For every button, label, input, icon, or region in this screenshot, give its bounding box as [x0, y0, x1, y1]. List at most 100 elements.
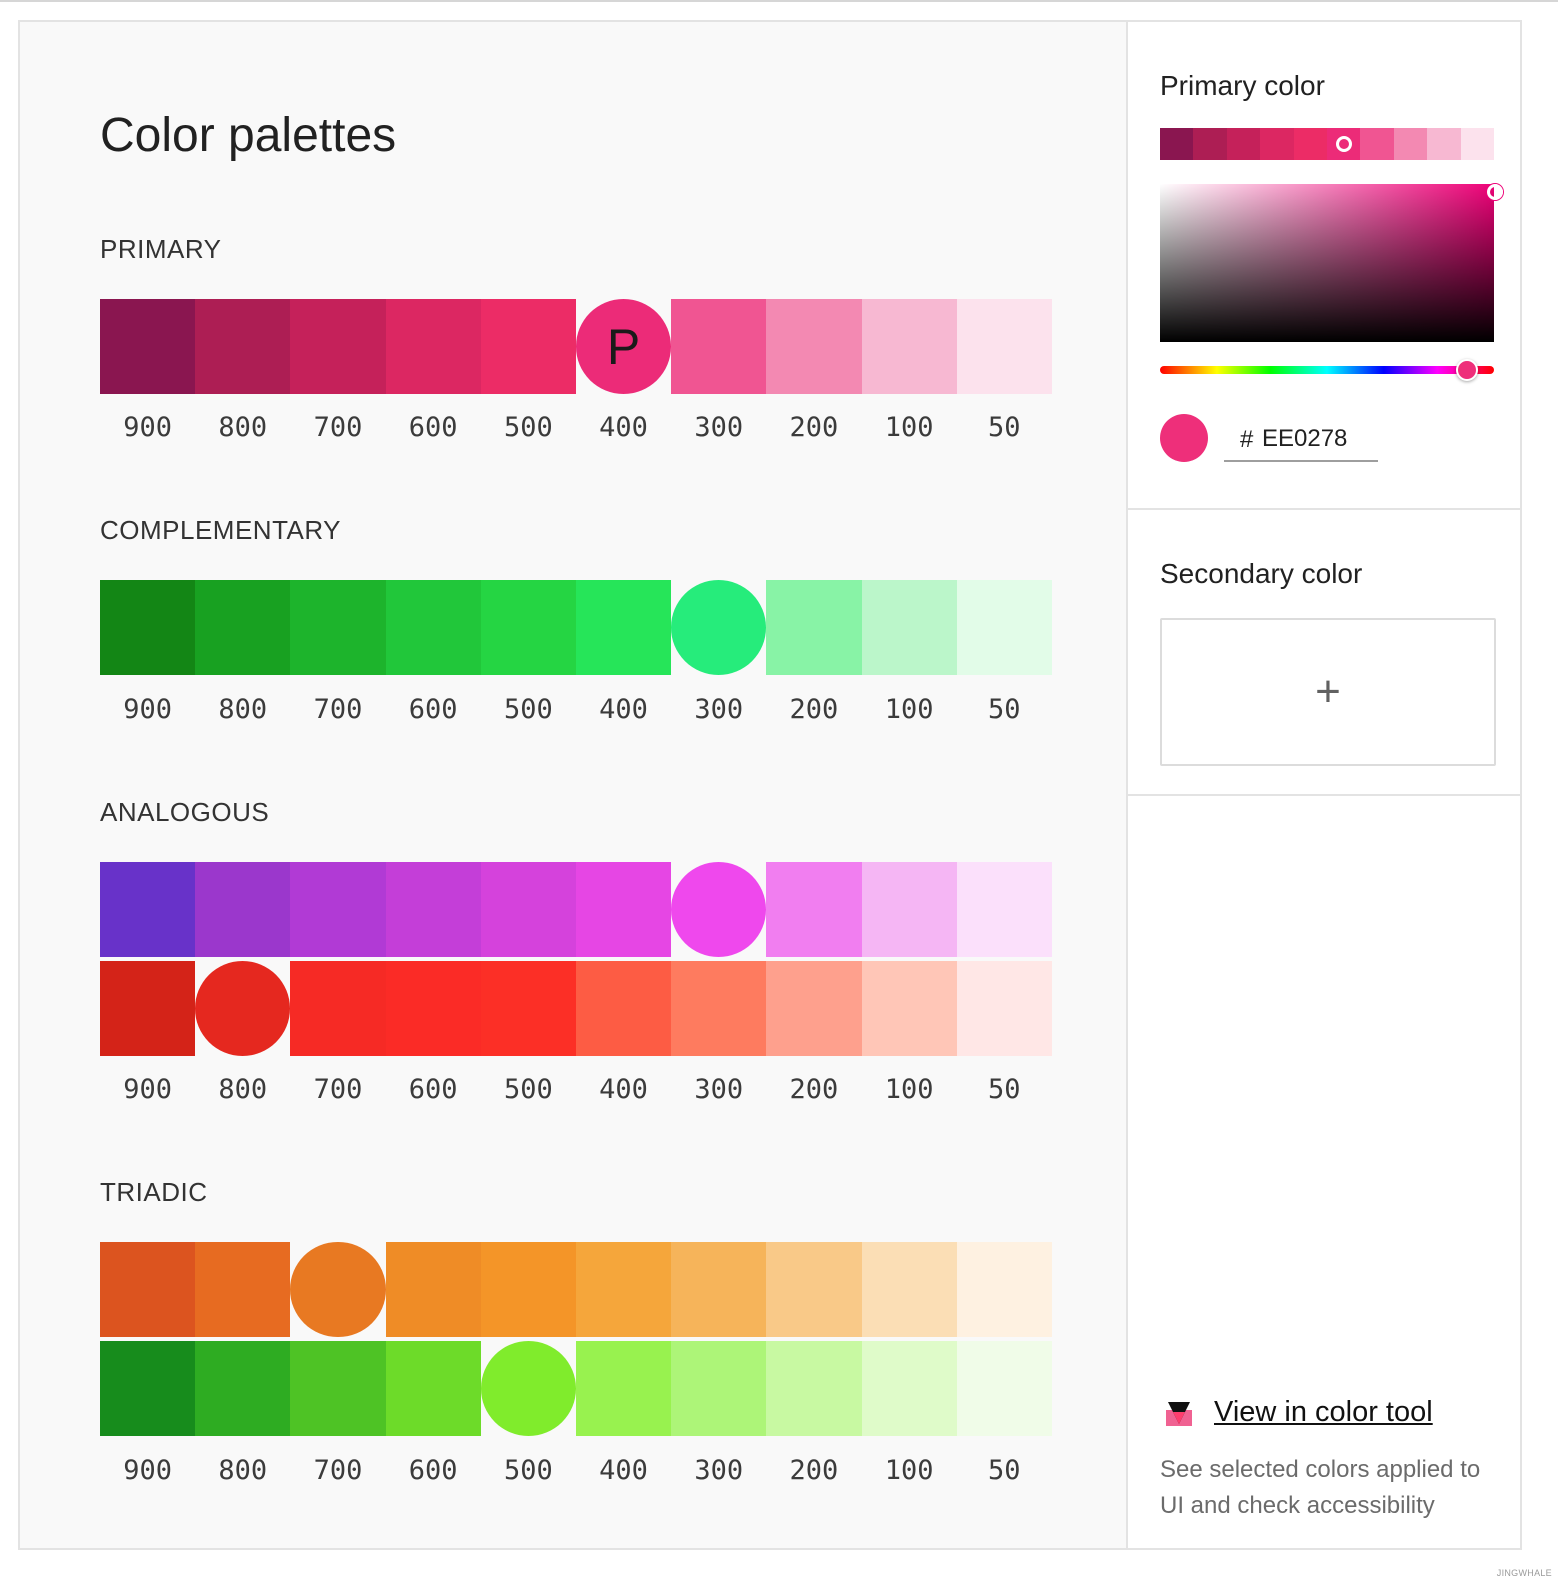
selected-shade-swatch[interactable] [195, 961, 291, 1056]
color-swatch[interactable] [861, 580, 957, 675]
page-title: Color palettes [100, 109, 397, 162]
color-swatch[interactable] [861, 1341, 957, 1436]
hue-slider-thumb[interactable] [1456, 359, 1479, 381]
section-label-analogous: ANALOGOUS [100, 797, 270, 827]
primary-shade-strip [1160, 128, 1495, 160]
color-swatch[interactable] [385, 961, 481, 1056]
shade-label: 900 [123, 1455, 172, 1486]
color-swatch[interactable] [100, 1242, 196, 1337]
view-in-color-tool-link[interactable]: View in color tool [1214, 1396, 1433, 1429]
color-swatch[interactable] [385, 580, 481, 675]
color-swatch[interactable] [100, 961, 196, 1056]
complementary-shade-labels: 900 800 700 600 500 400 300 200 100 50 [100, 694, 1052, 725]
color-swatch[interactable] [385, 1242, 481, 1337]
color-swatch[interactable] [480, 1242, 576, 1337]
shade-strip-swatch[interactable] [1427, 128, 1461, 160]
color-swatch[interactable] [575, 961, 672, 1056]
add-secondary-color-button[interactable]: + [1160, 618, 1496, 766]
color-swatch[interactable] [766, 299, 862, 394]
color-swatch[interactable] [195, 862, 291, 957]
shade-strip-swatch[interactable] [1393, 128, 1428, 160]
color-swatch[interactable] [195, 1341, 291, 1436]
hex-field[interactable]: # [1224, 420, 1378, 462]
color-tool-description: See selected colors applied to UI and ch… [1160, 1456, 1481, 1519]
selected-shade-swatch[interactable]: P [575, 299, 672, 394]
color-swatch[interactable] [385, 1341, 481, 1436]
color-swatch[interactable] [671, 1341, 767, 1436]
color-swatch[interactable] [956, 961, 1052, 1056]
shade-label: 700 [313, 1074, 363, 1105]
shade-strip-swatch[interactable] [1327, 128, 1361, 160]
shade-strip-swatch[interactable] [1193, 128, 1227, 160]
color-swatch[interactable] [100, 1341, 196, 1436]
color-swatch[interactable] [290, 961, 386, 1056]
color-swatch[interactable] [671, 299, 767, 394]
color-swatch[interactable] [956, 862, 1052, 957]
color-swatch[interactable] [766, 580, 862, 675]
panel-divider [1128, 794, 1520, 796]
color-tool-icon[interactable] [1164, 1398, 1194, 1428]
hex-input[interactable] [1262, 422, 1374, 456]
color-swatch[interactable] [766, 862, 862, 957]
top-divider [0, 0, 1558, 2]
color-swatch[interactable] [100, 862, 196, 957]
triadic-shade-labels: 900 800 700 600 500 400 300 200 100 50 [100, 1455, 1052, 1486]
shade-strip-swatch[interactable] [1160, 128, 1194, 160]
color-swatch[interactable] [290, 580, 386, 675]
color-swatch[interactable] [575, 580, 672, 675]
color-swatch[interactable] [575, 1242, 672, 1337]
color-swatch[interactable] [861, 961, 957, 1056]
shade-label: 300 [694, 412, 744, 443]
color-swatch[interactable] [956, 580, 1052, 675]
color-swatch[interactable] [100, 299, 196, 394]
shade-strip-swatch[interactable] [1260, 128, 1294, 160]
selected-shade-swatch[interactable] [671, 862, 767, 957]
shade-label: 600 [408, 1455, 458, 1486]
color-swatch[interactable] [861, 862, 957, 957]
shade-label: 400 [599, 1455, 648, 1486]
saturation-value-picker[interactable] [1160, 184, 1503, 342]
shade-label: 500 [503, 694, 553, 725]
color-swatch[interactable] [480, 961, 576, 1056]
shade-label: 200 [789, 1455, 839, 1486]
saturation-value-handle[interactable] [1487, 184, 1503, 200]
color-swatch[interactable] [575, 862, 672, 957]
color-swatch[interactable] [861, 1242, 957, 1337]
shade-label: 700 [313, 412, 363, 443]
shade-label: 500 [503, 412, 553, 443]
color-swatch[interactable] [100, 580, 196, 675]
color-swatch[interactable] [766, 1341, 862, 1436]
complementary-row-1 [100, 580, 1052, 675]
color-swatch[interactable] [195, 580, 291, 675]
color-swatch[interactable] [385, 862, 481, 957]
shade-label: 100 [884, 1074, 934, 1105]
selected-shade-swatch[interactable] [290, 1242, 386, 1337]
primary-marker: P [606, 318, 641, 375]
color-swatch[interactable] [671, 961, 767, 1056]
shade-label: 200 [789, 412, 839, 443]
color-swatch[interactable] [766, 1242, 862, 1337]
hue-slider[interactable] [1160, 359, 1494, 381]
color-swatch[interactable] [290, 862, 386, 957]
color-swatch[interactable] [956, 1242, 1052, 1337]
shade-strip-swatch[interactable] [1226, 128, 1261, 160]
selected-shade-swatch[interactable] [671, 580, 767, 675]
color-swatch[interactable] [290, 1341, 386, 1436]
shade-strip-swatch[interactable] [1293, 128, 1328, 160]
color-swatch[interactable] [956, 1341, 1052, 1436]
color-swatch[interactable] [480, 299, 576, 394]
color-swatch[interactable] [766, 961, 862, 1056]
color-swatch[interactable] [195, 1242, 291, 1337]
color-swatch[interactable] [480, 580, 576, 675]
color-swatch[interactable] [956, 299, 1052, 394]
color-swatch[interactable] [480, 862, 576, 957]
color-swatch[interactable] [861, 299, 957, 394]
color-swatch[interactable] [671, 1242, 767, 1337]
shade-strip-swatch[interactable] [1360, 128, 1394, 160]
selected-shade-swatch[interactable] [480, 1341, 576, 1436]
color-swatch[interactable] [195, 299, 291, 394]
shade-strip-swatch[interactable] [1460, 128, 1495, 160]
color-swatch[interactable] [290, 299, 386, 394]
color-swatch[interactable] [575, 1341, 672, 1436]
color-swatch[interactable] [385, 299, 481, 394]
